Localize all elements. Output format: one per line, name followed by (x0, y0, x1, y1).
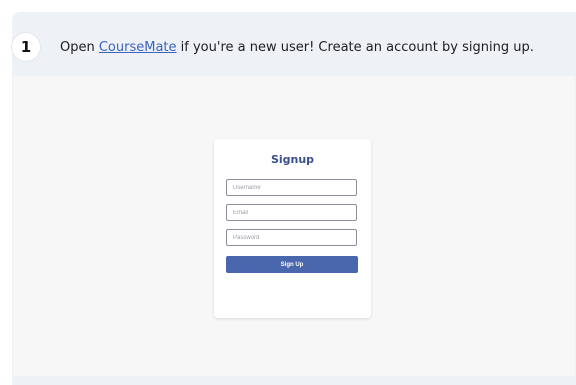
coursemate-link[interactable]: CourseMate (99, 40, 177, 55)
step-text-after: if you're a new user! Create an account … (176, 39, 534, 55)
step-instruction: Open CourseMate if you're a new user! Cr… (60, 40, 534, 55)
signup-card: Signup Sign Up (214, 139, 371, 318)
password-field[interactable] (226, 229, 357, 246)
username-field[interactable] (226, 179, 357, 196)
signup-title: Signup (270, 153, 315, 166)
step-text-before: Open (60, 39, 99, 55)
step-number-badge: 1 (12, 33, 40, 61)
sign-up-button[interactable]: Sign Up (226, 256, 358, 273)
step-header: 1 Open CourseMate if you're a new user! … (12, 32, 534, 62)
email-field[interactable] (226, 204, 357, 221)
